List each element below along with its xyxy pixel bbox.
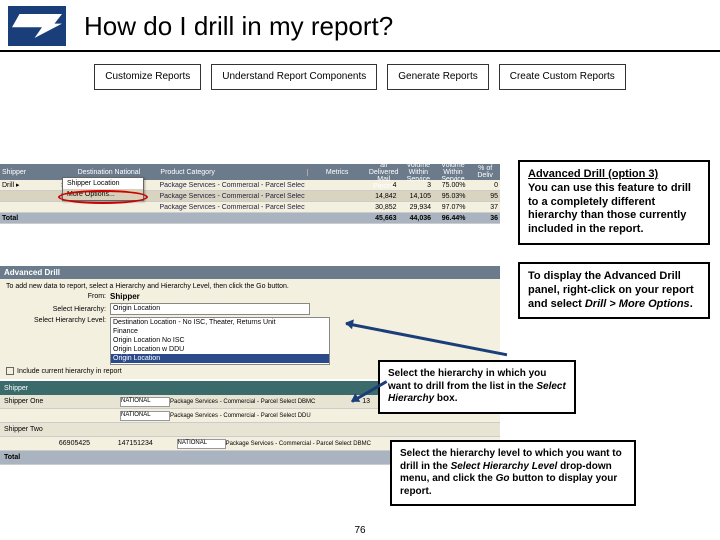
list-item[interactable]: Destination Location - No ISC, Theater, … (111, 318, 329, 327)
list-item[interactable]: Origin Location No ISC (111, 336, 329, 345)
panel-title: Advanced Drill (0, 266, 500, 279)
select-hierarchy-dropdown[interactable]: Origin Location (110, 303, 310, 315)
slide-title: How do I drill in my report? (84, 11, 393, 42)
nav-custom[interactable]: Create Custom Reports (499, 64, 626, 90)
col-shipper: Shipper (0, 169, 59, 176)
panel-instruction: To add new data to report, select a Hier… (6, 283, 494, 290)
callout-select-hierarchy: Select the hierarchy in which you want t… (378, 360, 576, 414)
menu-item[interactable]: Shipper Location (63, 178, 143, 189)
nav-row: Customize Reports Understand Report Comp… (0, 52, 720, 100)
nav-generate[interactable]: Generate Reports (387, 64, 489, 90)
select-level-label: Select Hierarchy Level: (6, 317, 106, 324)
page-number: 76 (354, 525, 365, 536)
col-dest: Destination National (59, 169, 158, 176)
col-pct: % of Deliv (470, 165, 500, 179)
list-item[interactable]: Origin Location w DDU (111, 345, 329, 354)
table-row: Package Services - Commercial - Parcel S… (0, 202, 500, 213)
from-label: From: (6, 293, 106, 300)
list-item[interactable]: Finance (111, 327, 329, 336)
table-row-total: Total 45,663 44,036 96.44% 36 (0, 213, 500, 224)
table-row: Shipper Two (0, 423, 500, 437)
nav-customize[interactable]: Customize Reports (94, 64, 201, 90)
select-hierarchy-label: Select Hierarchy: (6, 306, 106, 313)
list-item-selected[interactable]: Origin Location (111, 354, 329, 363)
slide-header: How do I drill in my report? (0, 0, 720, 52)
col-volw: Volume Within Service (436, 162, 471, 183)
col-vol: Volume Within Service (401, 162, 436, 183)
callout-display-panel: To display the Advanced Drill panel, rig… (518, 262, 710, 319)
usps-logo (8, 6, 66, 46)
col-metrics: Metrics (307, 169, 366, 176)
highlight-circle (58, 190, 148, 204)
checkbox-icon (6, 367, 14, 375)
nav-understand[interactable]: Understand Report Components (211, 64, 377, 90)
hierarchy-listbox[interactable]: Destination Location - No ISC, Theater, … (110, 317, 330, 365)
callout-select-level: Select the hierarchy level to which you … (390, 440, 636, 506)
drill-label[interactable]: Drill (2, 182, 14, 189)
from-value: Shipper (110, 292, 140, 301)
callout-advanced-drill: Advanced Drill (option 3) You can use th… (518, 160, 710, 245)
col-prod: Product Category (158, 169, 307, 176)
